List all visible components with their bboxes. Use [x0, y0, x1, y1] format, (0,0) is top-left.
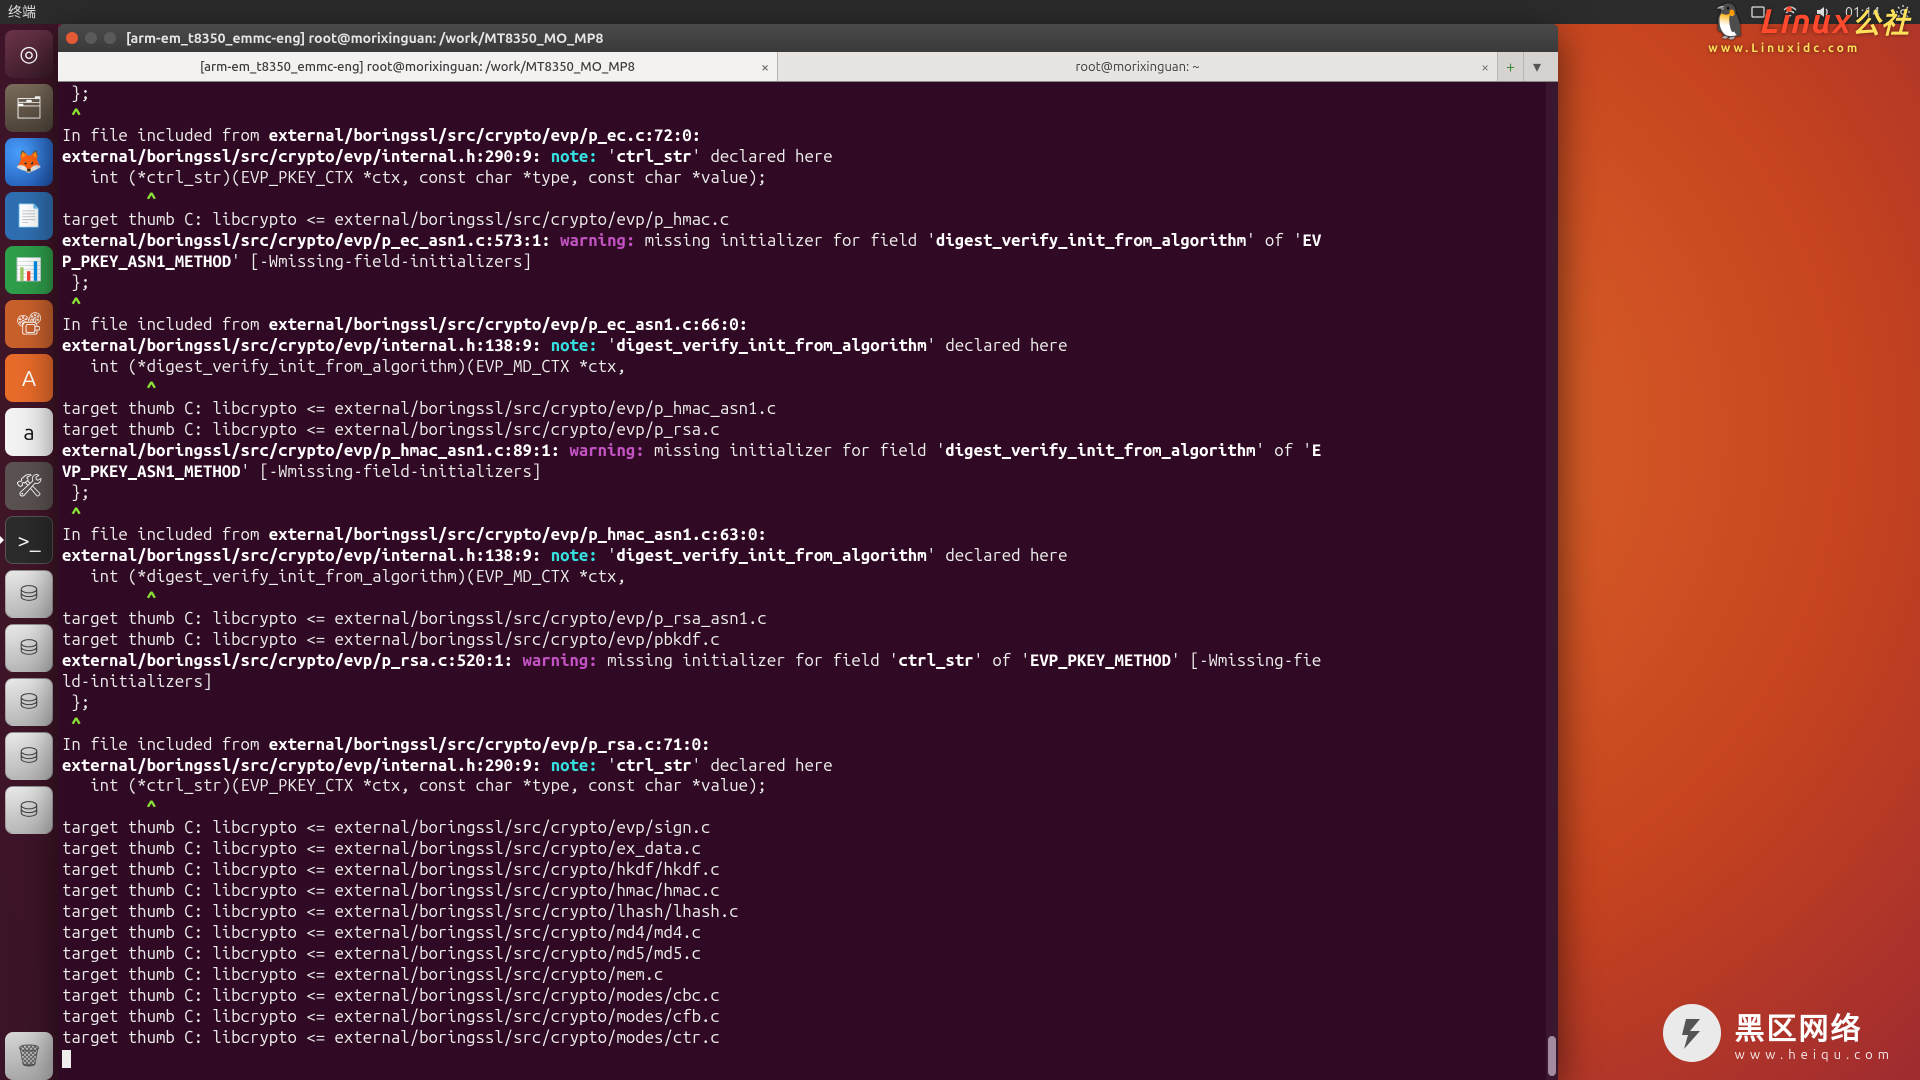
terminal-line: target thumb C: libcrypto <= external/bo… [62, 818, 1542, 839]
terminal-line: ^ [62, 105, 1542, 126]
scrollbar[interactable] [1546, 82, 1558, 1080]
terminal-line: ^ [62, 294, 1542, 315]
launcher-item-files[interactable]: 🗂 [5, 84, 53, 132]
terminal-line: int (*ctrl_str)(EVP_PKEY_CTX *ctx, const… [62, 776, 1542, 797]
launcher-item-disk5[interactable]: ⛁ [5, 786, 53, 834]
top-menubar: 终端 01:14 [0, 0, 1920, 24]
terminal-line: target thumb C: libcrypto <= external/bo… [62, 630, 1542, 651]
terminal-line: external/boringssl/src/crypto/evp/intern… [62, 336, 1542, 357]
maximize-button[interactable] [104, 32, 116, 44]
terminal-line: external/boringssl/src/crypto/evp/p_hmac… [62, 441, 1542, 462]
terminal-line: target thumb C: libcrypto <= external/bo… [62, 923, 1542, 944]
terminal-output[interactable]: }; ^In file included from external/borin… [58, 82, 1546, 1080]
terminal-line: ^ [62, 378, 1542, 399]
tab-close-icon[interactable]: × [1481, 59, 1489, 75]
launcher-item-writer[interactable]: 📄 [5, 192, 53, 240]
terminal-line: target thumb C: libcrypto <= external/bo… [62, 902, 1542, 923]
terminal-line: external/boringssl/src/crypto/evp/intern… [62, 147, 1542, 168]
terminal-line: target thumb C: libcrypto <= external/bo… [62, 881, 1542, 902]
watermark-linux: 🐧 Linux公社 www.Linuxidc.com [1708, 2, 1910, 55]
watermark-heiqu-sub: www.heiqu.com [1735, 1048, 1894, 1062]
terminal-line: }; [62, 273, 1542, 294]
window-title: [arm-em_t8350_emmc-eng] root@morixinguan… [126, 30, 603, 46]
minimize-button[interactable] [85, 32, 97, 44]
terminal-line: ld-initializers] [62, 672, 1542, 693]
terminal-line: target thumb C: libcrypto <= external/bo… [62, 986, 1542, 1007]
terminal-line: In file included from external/boringssl… [62, 126, 1542, 147]
tab-label: root@morixinguan: ~ [1075, 60, 1199, 74]
launcher-item-disk2[interactable]: ⛁ [5, 624, 53, 672]
heiqu-logo-icon [1663, 1004, 1721, 1062]
tab-add-button[interactable]: + [1498, 52, 1524, 81]
terminal-line [62, 1049, 1542, 1070]
terminal-tab-0[interactable]: [arm-em_t8350_emmc-eng] root@morixinguan… [58, 52, 778, 81]
launcher-item-firefox[interactable]: 🦊 [5, 138, 53, 186]
terminal-line: }; [62, 84, 1542, 105]
terminal-line: target thumb C: libcrypto <= external/bo… [62, 399, 1542, 420]
close-button[interactable] [66, 32, 78, 44]
window-buttons [66, 32, 116, 44]
terminal-line: target thumb C: libcrypto <= external/bo… [62, 609, 1542, 630]
launcher-item-disk4[interactable]: ⛁ [5, 732, 53, 780]
launcher-item-software[interactable]: A [5, 354, 53, 402]
window-titlebar[interactable]: [arm-em_t8350_emmc-eng] root@morixinguan… [58, 24, 1558, 52]
terminal-line: int (*ctrl_str)(EVP_PKEY_CTX *ctx, const… [62, 168, 1542, 189]
terminal-line: external/boringssl/src/crypto/evp/p_ec_a… [62, 231, 1542, 252]
launcher-item-amazon[interactable]: a [5, 408, 53, 456]
terminal-line: P_PKEY_ASN1_METHOD' [-Wmissing-field-ini… [62, 252, 1542, 273]
terminal-line: VP_PKEY_ASN1_METHOD' [-Wmissing-field-in… [62, 462, 1542, 483]
terminal-line: target thumb C: libcrypto <= external/bo… [62, 1007, 1542, 1028]
watermark-linux-text: Linux [1761, 2, 1852, 40]
terminal-tab-1[interactable]: root@morixinguan: ~ × [778, 52, 1498, 81]
terminal-line: In file included from external/boringssl… [62, 735, 1542, 756]
cursor [62, 1050, 71, 1068]
watermark-heiqu: 黑区网络 www.heiqu.com [1663, 1004, 1894, 1062]
launcher-item-trash[interactable]: 🗑 [5, 1032, 53, 1080]
terminal-line: int (*digest_verify_init_from_algorithm)… [62, 357, 1542, 378]
terminal-line: target thumb C: libcrypto <= external/bo… [62, 839, 1542, 860]
terminal-line: ^ [62, 797, 1542, 818]
terminal-line: target thumb C: libcrypto <= external/bo… [62, 1028, 1542, 1049]
launcher-item-settings[interactable]: 🛠 [5, 462, 53, 510]
terminal-line: ^ [62, 714, 1542, 735]
terminal-line: target thumb C: libcrypto <= external/bo… [62, 210, 1542, 231]
terminal-line: ^ [62, 588, 1542, 609]
watermark-heiqu-text: 黑区网络 [1735, 1004, 1894, 1048]
terminal-line: In file included from external/boringssl… [62, 315, 1542, 336]
tab-label: [arm-em_t8350_emmc-eng] root@morixinguan… [200, 60, 635, 74]
launcher-item-disk3[interactable]: ⛁ [5, 678, 53, 726]
terminal-line: target thumb C: libcrypto <= external/bo… [62, 944, 1542, 965]
tab-close-icon[interactable]: × [761, 59, 769, 75]
terminal-line: external/boringssl/src/crypto/evp/intern… [62, 546, 1542, 567]
tab-menu-button[interactable]: ▾ [1524, 52, 1550, 81]
terminal-tabbar: [arm-em_t8350_emmc-eng] root@morixinguan… [58, 52, 1558, 82]
terminal-line: }; [62, 693, 1542, 714]
launcher-item-dash[interactable]: ◎ [5, 30, 53, 78]
terminal-body: }; ^In file included from external/borin… [58, 82, 1558, 1080]
scrollbar-thumb[interactable] [1548, 1036, 1556, 1076]
terminal-line: }; [62, 483, 1542, 504]
launcher-item-disk1[interactable]: ⛁ [5, 570, 53, 618]
terminal-line: ^ [62, 189, 1542, 210]
terminal-line: target thumb C: libcrypto <= external/bo… [62, 860, 1542, 881]
unity-launcher: ◎ 🗂 🦊 📄 📊 📽 Aa 🛠 >_ ⛁ ⛁ ⛁ ⛁ ⛁ 🗑 [0, 24, 58, 1080]
terminal-line: int (*digest_verify_init_from_algorithm)… [62, 567, 1542, 588]
app-menu-label[interactable]: 终端 [8, 2, 36, 22]
launcher-item-impress[interactable]: 📽 [5, 300, 53, 348]
terminal-line: external/boringssl/src/crypto/evp/p_rsa.… [62, 651, 1542, 672]
launcher-item-terminal[interactable]: >_ [5, 516, 53, 564]
terminal-window: [arm-em_t8350_emmc-eng] root@morixinguan… [58, 24, 1558, 1080]
tux-icon: 🐧 [1708, 2, 1751, 40]
watermark-linux-sub: www.Linuxidc.com [1708, 42, 1910, 55]
terminal-line: In file included from external/boringssl… [62, 525, 1542, 546]
terminal-line: target thumb C: libcrypto <= external/bo… [62, 420, 1542, 441]
terminal-line: target thumb C: libcrypto <= external/bo… [62, 965, 1542, 986]
terminal-line: external/boringssl/src/crypto/evp/intern… [62, 756, 1542, 777]
terminal-line: ^ [62, 504, 1542, 525]
launcher-item-calc[interactable]: 📊 [5, 246, 53, 294]
